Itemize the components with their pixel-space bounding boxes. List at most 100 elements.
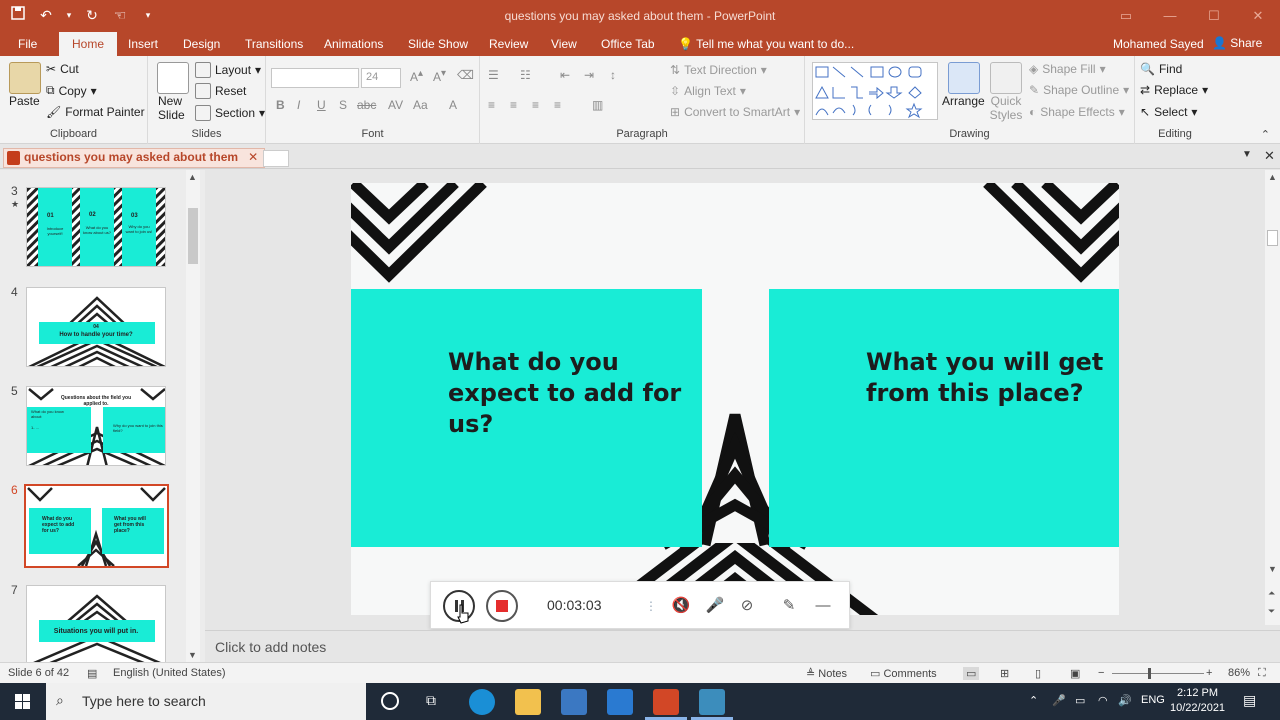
paste-button[interactable]: Paste <box>9 94 40 108</box>
zoom-slider-thumb[interactable] <box>1148 668 1151 679</box>
reading-view-icon[interactable]: ▯ <box>1035 667 1041 680</box>
notes-pane[interactable]: Click to add notes <box>205 630 1280 662</box>
tab-insert[interactable]: Insert <box>128 37 158 51</box>
bullets-icon[interactable]: ☰ <box>488 68 499 82</box>
minimize-button[interactable]: — <box>1148 0 1192 32</box>
powerpoint-taskbar-icon[interactable] <box>653 689 679 715</box>
tab-office-tab[interactable]: Office Tab <box>601 37 655 51</box>
convert-smartart-button[interactable]: ⊞ Convert to SmartArt ▾ <box>670 105 800 119</box>
mail-icon[interactable] <box>607 689 633 715</box>
shadow-icon[interactable]: S <box>339 98 347 112</box>
paste-icon[interactable] <box>9 62 41 94</box>
spellcheck-icon[interactable]: ▤ <box>87 667 97 680</box>
previous-slide-icon[interactable]: ⏶ <box>1268 588 1275 599</box>
ribbon-display-icon[interactable]: ▭ <box>1104 0 1148 32</box>
notifications-icon[interactable]: ▤ <box>1243 692 1256 709</box>
tab-home[interactable]: Home <box>59 32 118 56</box>
tab-animations[interactable]: Animations <box>324 37 383 51</box>
reset-button[interactable]: Reset <box>195 83 246 99</box>
zoom-slider[interactable] <box>1112 673 1204 674</box>
tell-me-box[interactable]: 💡 Tell me what you want to do... <box>678 37 854 51</box>
font-color-icon[interactable]: A <box>449 98 457 112</box>
maximize-button[interactable]: ☐ <box>1192 0 1236 32</box>
volume-icon[interactable]: 🔊 <box>1118 694 1132 707</box>
user-name[interactable]: Mohamed Sayed <box>1113 37 1204 51</box>
italic-icon[interactable]: I <box>297 98 300 112</box>
tab-file[interactable]: File <box>18 37 37 51</box>
slide-thumbnail-3[interactable]: 01 Introduce yourself! 02 What do you kn… <box>26 187 166 267</box>
strikethrough-icon[interactable]: abc <box>357 98 376 112</box>
decrease-indent-icon[interactable]: ⇤ <box>560 68 570 82</box>
underline-icon[interactable]: U <box>317 98 326 112</box>
shape-outline-button[interactable]: ✎ Shape Outline ▾ <box>1029 83 1129 97</box>
close-button[interactable]: ✕ <box>1236 0 1280 32</box>
fit-to-window-icon[interactable]: ⛶ <box>1258 667 1266 680</box>
shape-effects-button[interactable]: ◐ Shape Effects ▾ <box>1029 105 1125 119</box>
align-right-icon[interactable]: ≡ <box>532 98 539 112</box>
layout-button[interactable]: Layout ▾ <box>195 62 261 78</box>
columns-icon[interactable]: ▥ <box>592 98 603 112</box>
left-content-box[interactable]: What do you expect to add for us? <box>351 289 702 547</box>
collapse-ribbon-icon[interactable]: ⌃ <box>1261 128 1270 141</box>
battery-icon[interactable]: ▭ <box>1075 694 1085 707</box>
shrink-font-icon[interactable]: A▾ <box>433 68 446 84</box>
current-slide[interactable]: What do you expect to add for us? What y… <box>351 183 1119 615</box>
copy-button[interactable]: ⧉ Copy ▾ <box>46 83 97 98</box>
bold-icon[interactable]: B <box>276 98 285 112</box>
shapes-gallery[interactable] <box>812 62 938 120</box>
select-button[interactable]: ↖ Select ▾ <box>1140 105 1197 119</box>
slideshow-view-icon[interactable]: ▣ <box>1070 667 1080 680</box>
tab-design[interactable]: Design <box>183 37 220 51</box>
store-icon[interactable] <box>561 689 587 715</box>
microphone-icon[interactable]: 🎤 <box>705 596 725 616</box>
task-view-icon[interactable]: ⧉ <box>426 692 436 709</box>
scroll-up-icon[interactable]: ▲ <box>1268 172 1277 182</box>
tab-review[interactable]: Review <box>489 37 528 51</box>
scroll-down-icon[interactable]: ▼ <box>188 650 197 660</box>
font-size-input[interactable]: 24 <box>361 68 401 88</box>
pen-tool-icon[interactable]: ✎ <box>779 596 799 616</box>
text-direction-button[interactable]: ⇅ Text Direction ▾ <box>670 63 767 77</box>
new-tab-button[interactable] <box>263 150 289 167</box>
find-button[interactable]: 🔍 Find <box>1140 62 1182 76</box>
show-hidden-icons[interactable]: ⌃ <box>1029 694 1038 707</box>
zoom-out-icon[interactable]: − <box>1098 667 1104 679</box>
font-name-input[interactable] <box>271 68 359 88</box>
shape-fill-button[interactable]: ◈ Shape Fill ▾ <box>1029 62 1106 76</box>
replace-button[interactable]: ⇄ Replace ▾ <box>1140 83 1208 97</box>
slide-thumbnail-5[interactable]: Questions about the field you applied to… <box>26 386 166 466</box>
tab-transitions[interactable]: Transitions <box>245 37 303 51</box>
normal-view-icon[interactable]: ▭ <box>963 667 980 680</box>
language-indicator[interactable]: English (United States) <box>113 667 226 679</box>
slide-thumbnail-6[interactable]: What do you expect to add for us? What y… <box>24 484 169 568</box>
cut-button[interactable]: ✂ Cut <box>46 62 79 76</box>
slide-thumbnail-7[interactable]: Situations you will put in. <box>26 585 166 662</box>
scroll-thumb[interactable] <box>188 208 198 264</box>
next-slide-icon[interactable]: ⏷ <box>1268 606 1275 617</box>
scroll-thumb[interactable] <box>1267 230 1278 246</box>
zoom-in-icon[interactable]: + <box>1206 667 1212 679</box>
clear-format-icon[interactable]: ⌫ <box>457 68 474 82</box>
wifi-icon[interactable]: ◠ <box>1098 694 1108 707</box>
minimize-toolbar-icon[interactable]: — <box>813 596 833 616</box>
share-button[interactable]: 👤 Share <box>1212 36 1262 50</box>
align-text-button[interactable]: ⇳ Align Text ▾ <box>670 84 746 98</box>
cortana-icon[interactable] <box>381 692 399 710</box>
align-left-icon[interactable]: ≡ <box>488 98 495 112</box>
change-case-icon[interactable]: Aa <box>413 98 428 112</box>
thumbnails-scrollbar[interactable]: ▲ ▼ <box>186 170 200 662</box>
microphone-tray-icon[interactable]: 🎤 <box>1052 694 1066 707</box>
grow-font-icon[interactable]: A▴ <box>410 68 423 84</box>
mute-audio-icon[interactable]: 🔇 <box>671 596 691 616</box>
format-painter-button[interactable]: 🖌 Format Painter <box>46 105 145 119</box>
scroll-down-icon[interactable]: ▼ <box>1268 564 1277 574</box>
recorder-app-icon[interactable] <box>699 689 725 715</box>
right-content-box[interactable]: What you will get from this place? <box>769 289 1119 547</box>
numbering-icon[interactable]: ☷ <box>520 68 531 82</box>
align-center-icon[interactable]: ≡ <box>510 98 517 112</box>
slide-thumbnail-4[interactable]: 04 How to handle your time? <box>26 287 166 367</box>
file-explorer-icon[interactable] <box>515 689 541 715</box>
taskbar-search[interactable]: ⌕ Type here to search <box>46 683 366 720</box>
zoom-level[interactable]: 86% <box>1228 667 1250 679</box>
new-slide-button[interactable]: New Slide <box>158 94 185 122</box>
